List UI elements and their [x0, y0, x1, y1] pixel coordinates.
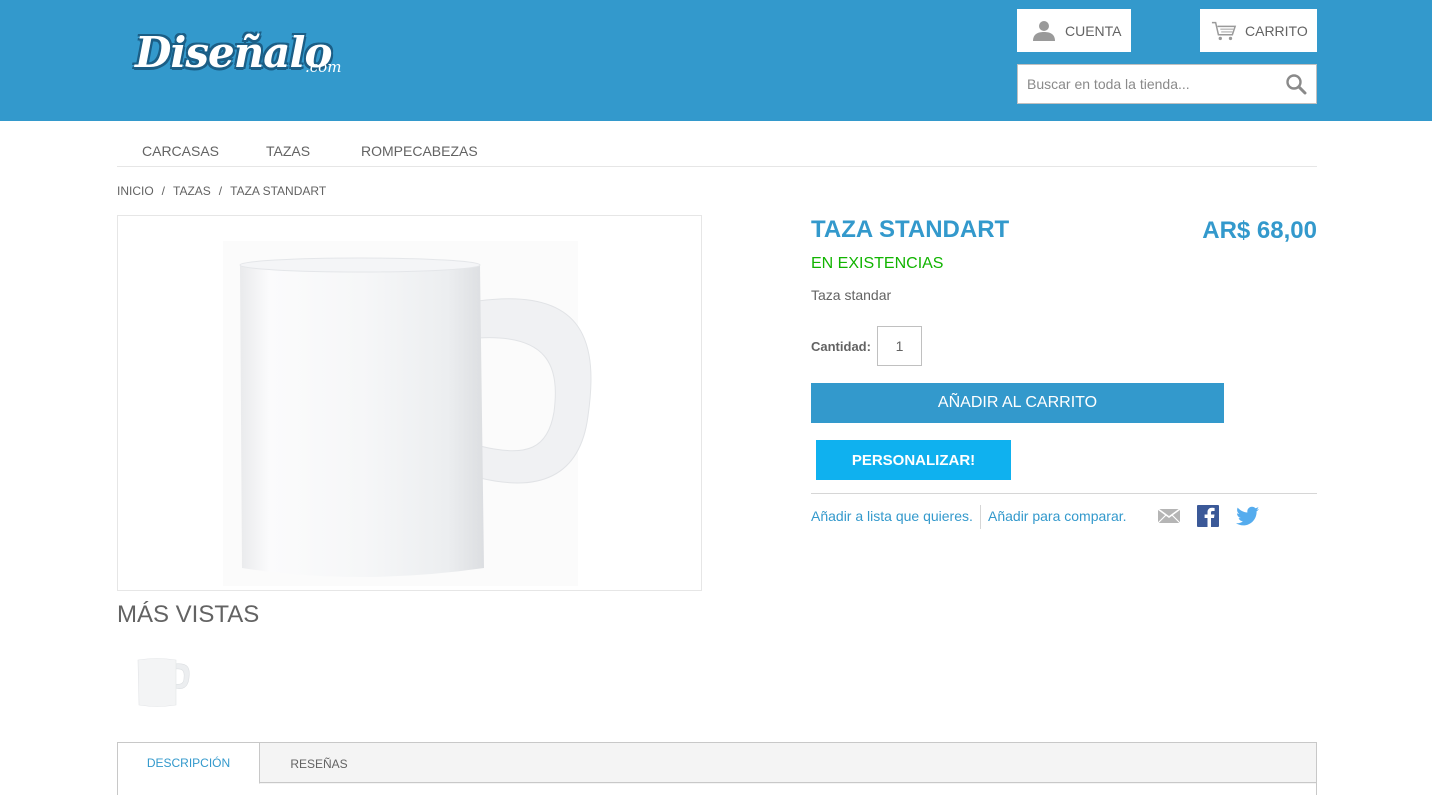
add-to-cart-button[interactable]: AÑADIR AL CARRITO: [811, 383, 1224, 423]
divider: [811, 493, 1317, 494]
product-price: AR$ 68,00: [1202, 217, 1317, 244]
product-thumbnail[interactable]: [130, 650, 196, 712]
tab-description[interactable]: DESCRIPCIÓN: [118, 743, 260, 784]
quantity-input[interactable]: [877, 326, 922, 366]
breadcrumb-current: TAZA STANDART: [230, 184, 327, 198]
customize-button[interactable]: PERSONALIZAR!: [816, 440, 1011, 480]
facebook-icon[interactable]: [1196, 505, 1220, 527]
nav-item-carcasas[interactable]: CARCASAS: [142, 143, 219, 159]
email-icon[interactable]: [1157, 505, 1181, 527]
twitter-icon[interactable]: [1236, 505, 1260, 527]
search-box: [1017, 64, 1317, 104]
product-main-image[interactable]: [117, 215, 702, 591]
product-name: TAZA STANDART: [811, 216, 1010, 243]
short-description: Taza standar: [811, 287, 892, 303]
breadcrumb-category[interactable]: TAZAS: [173, 184, 211, 198]
site-logo[interactable]: Diseñalo .com: [135, 28, 350, 98]
search-icon[interactable]: [1285, 73, 1307, 95]
user-icon: [1033, 20, 1055, 41]
cart-icon: [1211, 21, 1237, 40]
cart-button[interactable]: CARRITO: [1200, 9, 1317, 52]
more-views-title: MÁS VISTAS: [117, 601, 260, 628]
add-to-compare-link[interactable]: Añadir para comparar.: [988, 508, 1127, 524]
availability-status: EN EXISTENCIAS: [811, 255, 944, 272]
nav-item-rompecabezas[interactable]: ROMPECABEZAS: [361, 143, 478, 159]
breadcrumb-home[interactable]: INICIO: [117, 184, 154, 198]
account-button[interactable]: CUENTA: [1017, 9, 1131, 52]
tab-content: [118, 784, 1316, 796]
tab-reviews[interactable]: RESEÑAS: [260, 743, 378, 784]
breadcrumb-separator: /: [218, 184, 223, 198]
main-nav: CARCASAS TAZAS ROMPECABEZAS: [117, 131, 1317, 167]
account-label: CUENTA: [1065, 22, 1122, 39]
quantity-label: Cantidad:: [811, 339, 871, 354]
breadcrumb: INICIO / TAZAS / TAZA STANDART: [117, 184, 326, 198]
cart-label: CARRITO: [1245, 22, 1308, 39]
add-to-wishlist-link[interactable]: Añadir a lista que quieres.: [811, 508, 973, 524]
mug-image: [223, 241, 592, 586]
logo-suffix: .com: [305, 58, 342, 76]
search-input[interactable]: [1018, 65, 1278, 103]
breadcrumb-separator: /: [161, 184, 166, 198]
product-tabs: DESCRIPCIÓN RESEÑAS: [117, 742, 1317, 796]
site-header: Diseñalo .com CUENTA CARRITO: [0, 0, 1432, 121]
logo-text: Diseñalo: [135, 28, 332, 77]
nav-item-tazas[interactable]: TAZAS: [266, 143, 310, 159]
link-separator: [980, 505, 981, 529]
